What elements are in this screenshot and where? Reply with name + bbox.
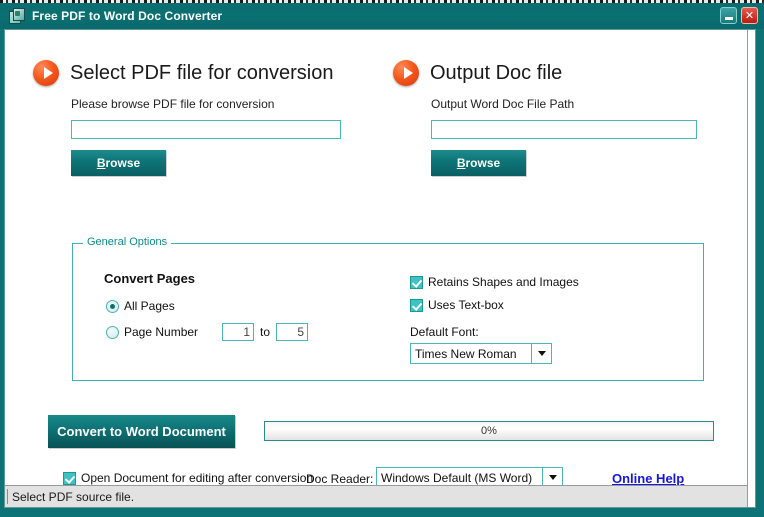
- input-section-header: Select PDF file for conversion: [33, 60, 363, 86]
- doc-path-input[interactable]: [431, 120, 697, 139]
- pdf-path-input[interactable]: [71, 120, 341, 139]
- checkbox-retains-shapes-indicator: [410, 275, 423, 289]
- title-bar[interactable]: Free PDF to Word Doc Converter ✕: [0, 3, 764, 29]
- orange-play-icon: [393, 60, 419, 86]
- doc-reader-label: Doc Reader:: [306, 472, 374, 486]
- application-window: Free PDF to Word Doc Converter ✕ Select …: [0, 3, 764, 517]
- orange-play-icon: [33, 60, 59, 86]
- progress-percent-label: 0%: [481, 425, 497, 437]
- page-from-input[interactable]: [222, 323, 255, 341]
- chevron-down-icon[interactable]: [531, 344, 551, 363]
- checkbox-uses-textbox-label: Uses Text-box: [428, 298, 504, 312]
- conversion-progress-bar: 0%: [264, 421, 714, 441]
- radio-all-pages[interactable]: All Pages: [106, 299, 175, 313]
- minimize-icon: [724, 17, 733, 20]
- radio-page-number-label: Page Number: [124, 325, 199, 339]
- document-stack-icon: [9, 8, 25, 24]
- client-inner: Select PDF file for conversion Please br…: [5, 30, 748, 507]
- input-file-section: Select PDF file for conversion Please br…: [33, 60, 363, 176]
- input-section-sublabel: Please browse PDF file for conversion: [71, 97, 275, 111]
- browse-doc-rest: rowse: [465, 156, 501, 170]
- online-help-link[interactable]: Online Help: [612, 471, 684, 486]
- convert-to-word-button[interactable]: Convert to Word Document: [48, 415, 235, 448]
- doc-reader-value: Windows Default (MS Word): [381, 470, 533, 485]
- browse-pdf-rest: rowse: [105, 156, 141, 170]
- right-edge-divider: [747, 56, 748, 507]
- status-bar: Select PDF source file.: [5, 485, 748, 507]
- window-title: Free PDF to Word Doc Converter: [32, 9, 223, 23]
- checkbox-open-document-indicator: [63, 471, 76, 485]
- checkbox-open-document[interactable]: Open Document for editing after conversi…: [63, 471, 313, 485]
- default-font-value: Times New Roman: [415, 346, 517, 361]
- convert-pages-label: Convert Pages: [104, 271, 196, 286]
- page-to-input[interactable]: [276, 323, 309, 341]
- checkbox-open-document-label: Open Document for editing after conversi…: [81, 471, 314, 485]
- checkbox-uses-textbox[interactable]: Uses Text-box: [410, 298, 504, 312]
- title-bar-buttons: ✕: [720, 7, 758, 24]
- status-message: Select PDF source file.: [12, 489, 135, 504]
- default-font-label: Default Font:: [410, 325, 479, 339]
- checkbox-uses-textbox-indicator: [410, 298, 423, 312]
- checkbox-retains-shapes[interactable]: Retains Shapes and Images: [410, 275, 579, 289]
- radio-page-number-indicator: [106, 325, 119, 339]
- output-section-sublabel: Output Word Doc File Path: [431, 97, 575, 111]
- default-font-combobox[interactable]: Times New Roman: [410, 343, 552, 364]
- output-file-section: Output Doc file Output Word Doc File Pat…: [393, 60, 713, 176]
- browse-pdf-button[interactable]: Browse: [71, 150, 166, 176]
- general-options-legend: General Options: [83, 236, 172, 248]
- radio-all-pages-label: All Pages: [124, 299, 175, 313]
- close-button[interactable]: ✕: [741, 7, 758, 24]
- output-section-header: Output Doc file: [393, 60, 713, 86]
- radio-page-number[interactable]: Page Number to: [106, 323, 309, 341]
- input-section-title: Select PDF file for conversion: [70, 61, 334, 84]
- browse-doc-button[interactable]: Browse: [431, 150, 526, 176]
- checkbox-retains-shapes-label: Retains Shapes and Images: [428, 275, 579, 289]
- client-area: Select PDF file for conversion Please br…: [4, 29, 756, 508]
- minimize-button[interactable]: [720, 7, 737, 24]
- output-section-title: Output Doc file: [430, 61, 563, 84]
- page-range-to-label: to: [260, 325, 271, 339]
- radio-all-pages-indicator: [106, 299, 119, 313]
